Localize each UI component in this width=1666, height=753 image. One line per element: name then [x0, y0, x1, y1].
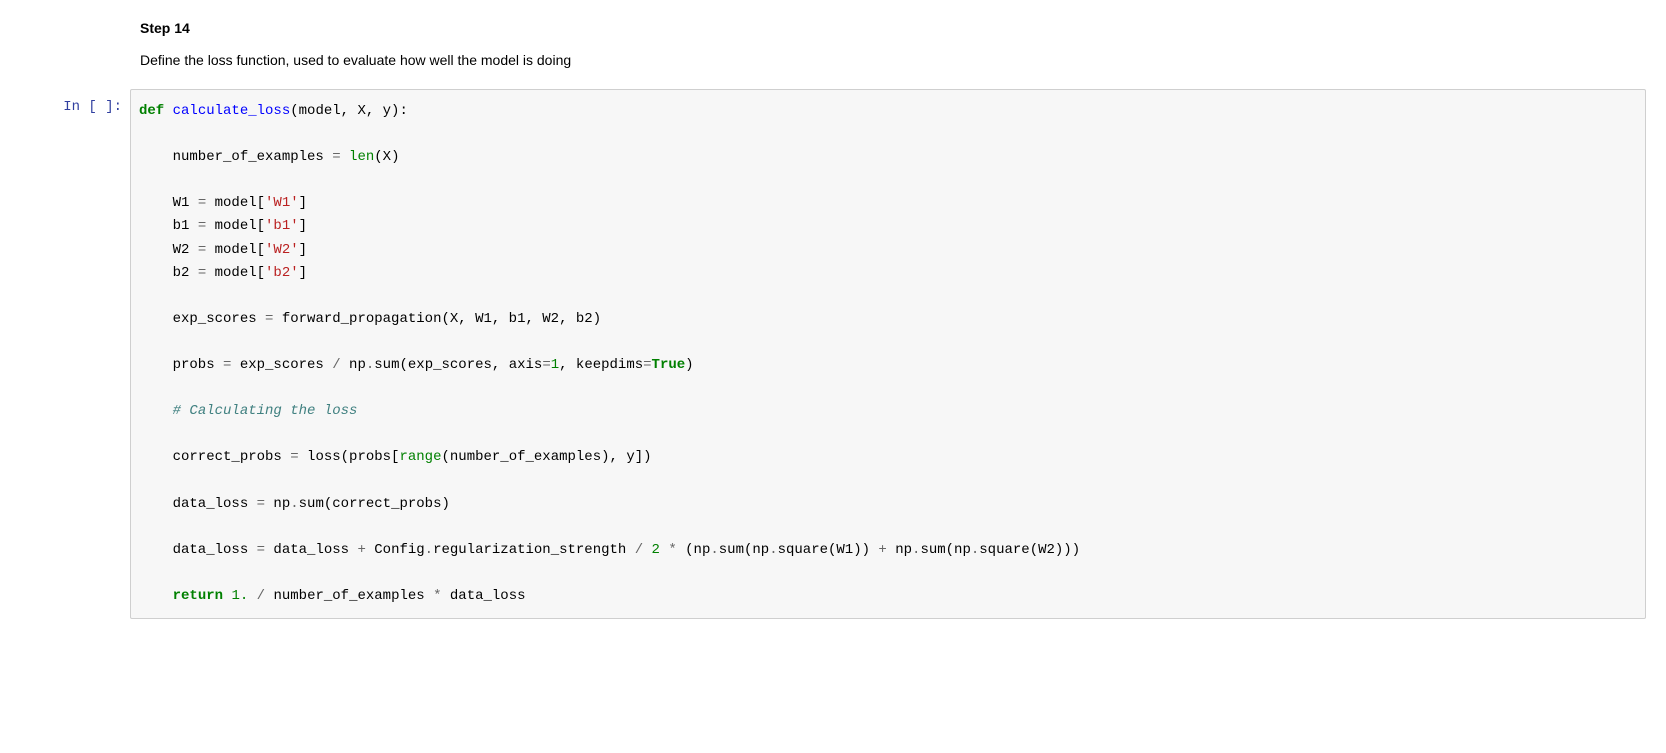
input-prompt: In [ ]: [10, 89, 130, 115]
notebook-container: Step 14 Define the loss function, used t… [0, 0, 1666, 639]
step-description: Define the loss function, used to evalua… [140, 50, 1646, 71]
code-input-area[interactable]: def calculate_loss(model, X, y): number_… [130, 89, 1646, 619]
markdown-cell: Step 14 Define the loss function, used t… [140, 20, 1646, 71]
code-content[interactable]: def calculate_loss(model, X, y): number_… [139, 100, 1637, 608]
code-cell: In [ ]: def calculate_loss(model, X, y):… [10, 89, 1656, 619]
step-heading: Step 14 [140, 20, 1646, 36]
